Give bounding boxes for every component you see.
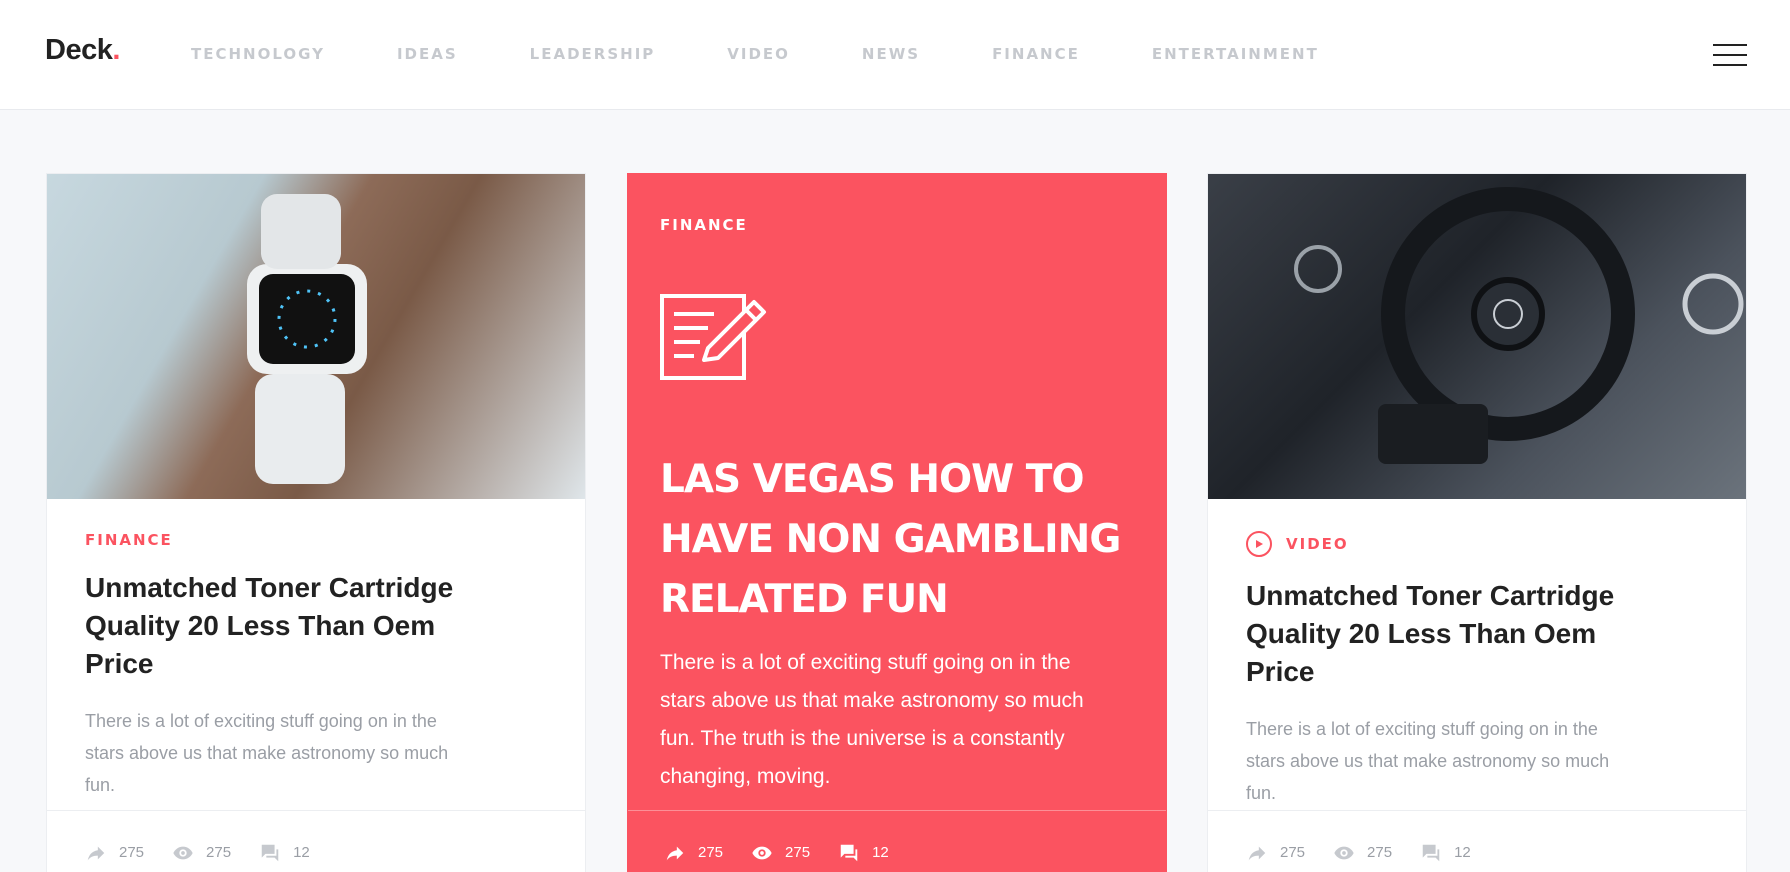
article-category-label: VIDEO — [1286, 535, 1349, 553]
article-card[interactable]: VIDEO Unmatched Toner Cartridge Quality … — [1207, 173, 1747, 872]
car-interior-illustration — [1294, 187, 1744, 464]
article-excerpt: There is a lot of exciting stuff going o… — [85, 711, 449, 795]
article-meta: 275 275 12 — [1208, 810, 1746, 872]
hamburger-menu-icon[interactable] — [1713, 44, 1747, 66]
article-title[interactable]: Unmatched Toner Cartridge Quality 20 Les… — [85, 569, 465, 683]
nav-item-entertainment[interactable]: ENTERTAINMENT — [1152, 45, 1319, 63]
view-count-value: 275 — [785, 844, 811, 861]
article-excerpt: There is a lot of exciting stuff going o… — [1246, 719, 1610, 803]
featured-article-title[interactable]: LAS VEGAS HOW TO HAVE NON GAMBLING RELAT… — [660, 450, 1130, 630]
share-count[interactable]: 275 — [664, 842, 723, 864]
featured-article-card[interactable]: FINANCE LAS VEGAS HOW TO HAVE NON GAMBLI… — [627, 173, 1167, 872]
share-count[interactable]: 275 — [1246, 842, 1305, 864]
share-count-value: 275 — [119, 844, 145, 861]
play-icon — [1246, 531, 1272, 557]
comment-count[interactable]: 12 — [1420, 842, 1471, 864]
comment-icon — [840, 844, 858, 861]
comment-icon — [1422, 844, 1440, 861]
share-icon — [666, 846, 684, 860]
nav-item-news[interactable]: NEWS — [862, 45, 920, 63]
article-image-car-interior[interactable] — [1208, 174, 1746, 499]
edit-document-icon — [660, 294, 766, 380]
nav-item-leadership[interactable]: LEADERSHIP — [530, 45, 656, 63]
logo-dot: . — [112, 34, 120, 66]
featured-article-excerpt: There is a lot of exciting stuff going o… — [660, 651, 1084, 788]
article-meta: 275 275 12 — [47, 810, 585, 872]
article-category[interactable]: FINANCE — [85, 531, 547, 549]
hamburger-line — [1713, 64, 1747, 66]
nav-item-technology[interactable]: TECHNOLOGY — [191, 45, 325, 63]
view-count: 275 — [172, 842, 231, 864]
comment-count-value: 12 — [1454, 844, 1471, 861]
main-nav: TECHNOLOGY IDEAS LEADERSHIP VIDEO NEWS F… — [191, 45, 1391, 63]
article-category[interactable]: FINANCE — [660, 216, 1134, 234]
site-header: Deck. TECHNOLOGY IDEAS LEADERSHIP VIDEO … — [0, 0, 1790, 110]
smartwatch-illustration — [247, 194, 367, 484]
article-title[interactable]: Unmatched Toner Cartridge Quality 20 Les… — [1246, 577, 1626, 691]
article-category[interactable]: VIDEO — [1246, 531, 1708, 557]
share-icon — [1248, 846, 1266, 860]
nav-item-video[interactable]: VIDEO — [727, 45, 790, 63]
nav-item-finance[interactable]: FINANCE — [992, 45, 1080, 63]
hamburger-line — [1713, 54, 1747, 56]
article-card[interactable]: FINANCE Unmatched Toner Cartridge Qualit… — [46, 173, 586, 872]
hamburger-line — [1713, 44, 1747, 46]
comment-count[interactable]: 12 — [259, 842, 310, 864]
comment-count-value: 12 — [293, 844, 310, 861]
comment-count[interactable]: 12 — [838, 842, 889, 864]
logo[interactable]: Deck. — [45, 34, 120, 67]
article-meta: 275 275 12 — [628, 810, 1166, 872]
eye-icon — [1334, 846, 1354, 859]
share-count[interactable]: 275 — [85, 842, 144, 864]
share-count-value: 275 — [1280, 844, 1306, 861]
view-count: 275 — [1333, 842, 1392, 864]
nav-item-ideas[interactable]: IDEAS — [397, 45, 458, 63]
eye-icon — [173, 846, 193, 859]
article-image-smartwatch[interactable] — [47, 174, 585, 499]
eye-icon — [752, 846, 772, 859]
logo-text: Deck — [45, 34, 113, 66]
view-count-value: 275 — [1367, 844, 1393, 861]
share-count-value: 275 — [698, 844, 724, 861]
comment-icon — [261, 844, 279, 861]
view-count-value: 275 — [206, 844, 232, 861]
share-icon — [87, 846, 105, 860]
comment-count-value: 12 — [872, 844, 889, 861]
view-count: 275 — [751, 842, 810, 864]
